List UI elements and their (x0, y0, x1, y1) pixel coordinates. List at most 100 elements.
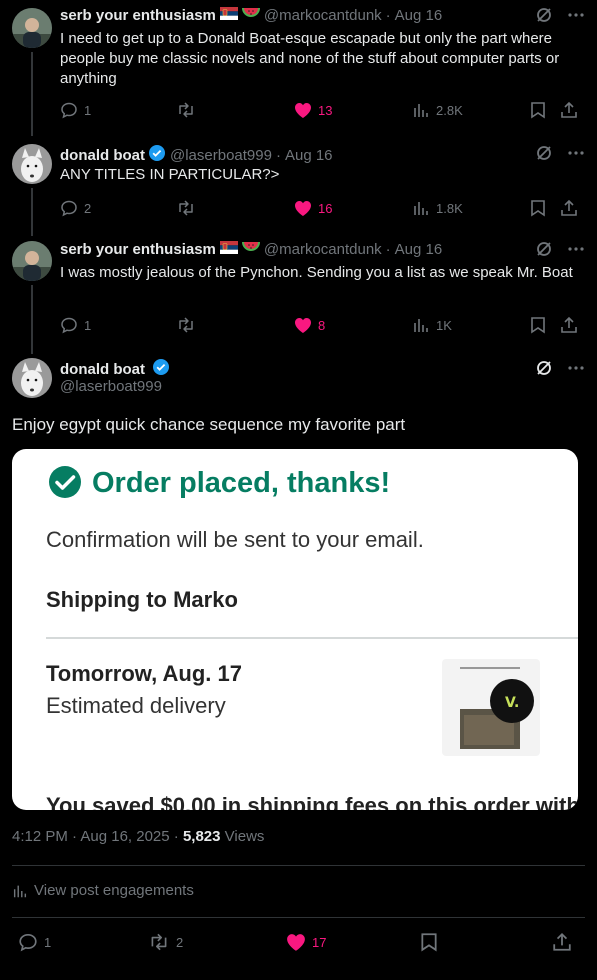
check-circle-icon (48, 465, 82, 504)
reply-button[interactable]: 1 (60, 100, 91, 120)
views-count: 1K (436, 317, 452, 333)
tweet-text: ANY TITLES IN PARTICULAR?> (60, 166, 280, 183)
share-button[interactable] (560, 198, 578, 218)
repost-button[interactable] (176, 315, 196, 335)
watermelon-icon (241, 6, 260, 26)
reply-button[interactable]: 2 (60, 198, 91, 218)
reply-count: 1 (84, 317, 92, 333)
author-handle[interactable]: @markocantdunk (264, 6, 382, 26)
bookmark-icon (531, 317, 545, 334)
analytics-icon (13, 885, 27, 897)
like-button[interactable]: 16 (294, 198, 332, 218)
tweet-1[interactable]: serb your enthusiasm @markocantdunk · Au… (0, 0, 597, 136)
bookmark-button[interactable] (530, 198, 546, 218)
delivery-label: Estimated delivery (46, 693, 226, 718)
share-button[interactable] (560, 100, 578, 120)
tweet-actions: 1 8 1K (60, 315, 581, 335)
analytics-icon (414, 319, 428, 332)
tweet-actions: 2 16 1.8K (60, 198, 581, 218)
share-icon (561, 199, 577, 216)
like-button[interactable]: 8 (294, 315, 325, 335)
cutoff-text: You saved $0.00 in shipping fees on this… (46, 793, 578, 810)
views-button[interactable]: 2.8K (412, 100, 463, 120)
repost-icon (179, 317, 193, 333)
main-author-handle[interactable]: @laserboat999 (60, 378, 162, 395)
like-count: 17 (312, 934, 327, 950)
avatar[interactable] (12, 241, 52, 281)
tweet-3[interactable]: serb your enthusiasm @markocantdunk · Au… (0, 236, 597, 356)
share-icon (561, 316, 577, 333)
tweet-2[interactable]: donald boat @laserboat999 · Aug 16 ANY T… (0, 136, 597, 236)
reply-count: 1 (44, 934, 52, 950)
avatar[interactable] (12, 8, 52, 48)
analytics-icon (414, 104, 428, 117)
views-button[interactable]: 1.8K (412, 198, 463, 218)
author-name[interactable]: donald boat (60, 146, 145, 166)
like-button[interactable]: 13 (294, 100, 332, 120)
repost-button[interactable] (176, 198, 196, 218)
author-handle[interactable]: @markocantdunk (264, 240, 382, 260)
heart-filled-icon (295, 200, 311, 216)
like-count: 8 (318, 317, 326, 333)
grok-icon[interactable] (535, 6, 553, 30)
reply-icon (61, 200, 77, 217)
reply-count: 2 (84, 200, 92, 216)
views-button[interactable]: 1K (412, 315, 452, 335)
product-thumbnail: V. (442, 659, 540, 756)
views-label: Views (224, 828, 265, 845)
reply-icon (19, 933, 37, 952)
tweet-text: I was mostly jealous of the Pynchon. Sen… (60, 264, 573, 281)
repost-icon (179, 102, 193, 118)
main-author-name[interactable]: donald boat (60, 361, 145, 378)
more-options-icon[interactable] (567, 240, 585, 264)
main-actions: 1 2 17 (12, 930, 585, 954)
media-image[interactable]: Order placed, thanks! Confirmation will … (12, 449, 578, 810)
heart-filled-icon (287, 933, 305, 951)
repost-button[interactable]: 2 (148, 932, 183, 952)
like-count: 16 (318, 200, 333, 216)
author-name[interactable]: serb your enthusiasm (60, 6, 216, 26)
grok-icon[interactable] (535, 240, 553, 264)
reply-button[interactable]: 1 (60, 315, 91, 335)
share-button[interactable] (552, 932, 572, 952)
views-total: 5,823 (182, 828, 221, 845)
engagements-label: View post engagements (34, 882, 194, 899)
more-options-icon[interactable] (567, 6, 585, 30)
tweet-actions: 1 13 2.8K (60, 100, 581, 120)
bookmark-button[interactable] (530, 100, 546, 120)
views-count: 1.8K (436, 200, 463, 216)
author-name[interactable]: serb your enthusiasm (60, 240, 216, 260)
post-date[interactable]: Aug 16 (395, 6, 443, 26)
reply-count: 1 (84, 102, 92, 118)
share-button[interactable] (560, 315, 578, 335)
analytics-icon (414, 202, 428, 215)
avatar[interactable] (12, 144, 52, 184)
bookmark-icon (531, 200, 545, 217)
views-count: 2.8K (436, 102, 463, 118)
post-meta: 4:12 PM · Aug 16, 2025 · 5,823 Views (12, 828, 264, 845)
reply-icon (61, 102, 77, 119)
view-engagements-link[interactable]: View post engagements (12, 882, 194, 899)
repost-icon (151, 933, 167, 951)
more-options-icon[interactable] (567, 359, 585, 382)
confirmation-text: Confirmation will be sent to your email. (46, 527, 424, 552)
bookmark-button[interactable] (420, 932, 438, 952)
author-handle[interactable]: @laserboat999 (170, 146, 272, 166)
like-button[interactable]: 17 (286, 932, 326, 952)
grok-icon[interactable] (535, 359, 553, 382)
bookmark-button[interactable] (530, 315, 546, 335)
post-timestamp[interactable]: 4:12 PM · Aug 16, 2025 · (12, 828, 179, 845)
repost-count: 2 (176, 934, 184, 950)
share-icon (553, 932, 571, 951)
svg-text:V.: V. (505, 695, 519, 711)
repost-button[interactable] (176, 100, 196, 120)
main-avatar[interactable] (12, 358, 52, 398)
watermelon-icon (241, 240, 260, 260)
post-date[interactable]: Aug 16 (395, 240, 443, 260)
reply-button[interactable]: 1 (18, 932, 51, 952)
shipping-heading: Shipping to Marko (46, 587, 238, 612)
main-tweet-text: Enjoy egypt quick chance sequence my fav… (12, 415, 406, 434)
delivery-date: Tomorrow, Aug. 17 (46, 661, 242, 686)
reply-icon (61, 317, 77, 334)
post-date[interactable]: Aug 16 (285, 146, 333, 166)
